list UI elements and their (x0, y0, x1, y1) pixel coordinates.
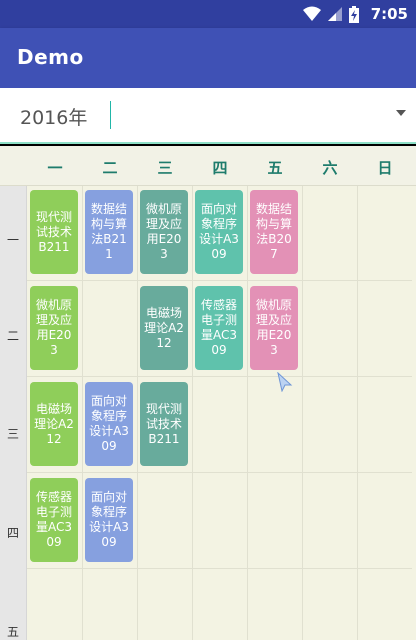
course-card[interactable]: 微机原理及应用E203 (250, 286, 298, 370)
wifi-icon (302, 6, 321, 21)
year-value: 2016年 (20, 107, 88, 129)
course-card[interactable]: 微机原理及应用E203 (140, 190, 188, 274)
grid-column-divider (192, 186, 193, 640)
status-bar: 7:05 (0, 0, 416, 28)
row-label: 三 (6, 427, 19, 441)
course-card[interactable]: 数据结构与算法B207 (250, 190, 298, 274)
dropdown-arrow-icon[interactable] (396, 110, 406, 116)
course-card[interactable]: 现代测试技术B211 (30, 190, 78, 274)
text-cursor (110, 101, 111, 129)
row-label: 五 (6, 625, 19, 639)
app-bar: Demo (0, 28, 416, 88)
course-card[interactable]: 现代测试技术B211 (140, 382, 188, 466)
timetable-grid[interactable]: 一 二 三 四 五 现代测试技术B211 数据结构与算法B211 微机原理及应用E2… (0, 186, 412, 640)
app-title: Demo (17, 45, 84, 69)
row-label: 二 (6, 329, 19, 343)
signal-icon (327, 7, 342, 21)
grid-row-divider (27, 376, 412, 377)
year-selector[interactable]: 2016年 (0, 88, 416, 144)
weekday-label: 二 (102, 159, 118, 177)
course-card[interactable]: 面向对象程序设计A309 (85, 478, 133, 562)
course-card[interactable]: 面向对象程序设计A309 (85, 382, 133, 466)
pointer-cursor-icon (277, 372, 293, 392)
course-card[interactable]: 面向对象程序设计A309 (195, 190, 243, 274)
course-card[interactable]: 电磁场理论A212 (140, 286, 188, 370)
grid-column-divider (82, 186, 83, 640)
weekday-label: 四 (212, 159, 228, 177)
course-card[interactable]: 传感器电子测量AC309 (30, 478, 78, 562)
course-card[interactable]: 微机原理及应用E203 (30, 286, 78, 370)
row-gutter: 一 二 三 四 五 (0, 186, 27, 640)
battery-icon (348, 5, 359, 23)
row-label: 一 (6, 233, 19, 247)
grid-column-divider (137, 186, 138, 640)
grid-row-divider (27, 568, 412, 569)
grid-row-divider (27, 472, 412, 473)
weekday-label: 六 (322, 159, 338, 177)
weekday-label: 三 (157, 159, 173, 177)
weekday-label: 一 (47, 159, 63, 177)
grid-row-divider (27, 280, 412, 281)
row-label: 四 (6, 526, 19, 540)
status-time: 7:05 (370, 5, 408, 23)
course-card[interactable]: 数据结构与算法B211 (85, 190, 133, 274)
grid-column-divider (302, 186, 303, 640)
scrollbar[interactable] (412, 186, 416, 640)
grid-column-divider (247, 186, 248, 640)
week-header: 一 二 三 四 五 六 日 (0, 146, 416, 186)
course-card[interactable]: 电磁场理论A212 (30, 382, 78, 466)
weekday-label: 日 (377, 159, 393, 177)
course-card[interactable]: 传感器电子测量AC309 (195, 286, 243, 370)
grid-column-divider (357, 186, 358, 640)
status-icons: 7:05 (302, 0, 408, 28)
weekday-label: 五 (267, 159, 283, 177)
